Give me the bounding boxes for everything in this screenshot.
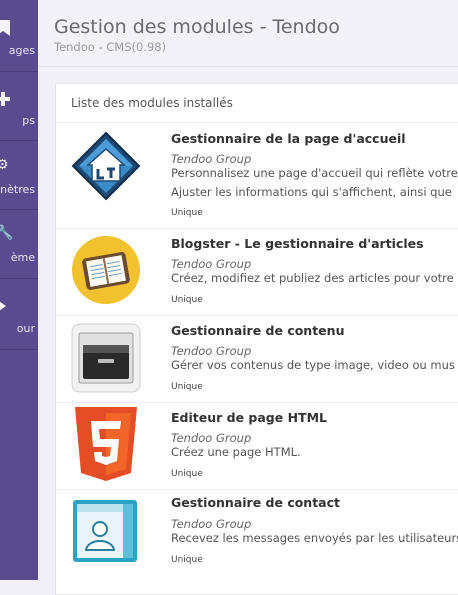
contact-icon <box>71 496 141 566</box>
apps-icon <box>0 92 12 108</box>
sidebar-item-theme[interactable]: 🔧 ème <box>0 210 38 279</box>
module-row[interactable]: Gestionnaire de contact Tendoo Group Rec… <box>56 490 458 590</box>
bookmark-icon <box>0 20 12 36</box>
module-description: Ajuster les informations qui s'affichent… <box>171 185 452 199</box>
module-description: Gérer vos contenus de type image, video … <box>171 358 455 372</box>
module-description: Recevez les messages envoyés par les uti… <box>171 531 458 545</box>
sidebar-item-apps[interactable]: ps <box>0 72 38 141</box>
sidebar-item-label: ème <box>10 251 35 264</box>
gears-icon: ⚙ <box>0 157 12 173</box>
sidebar-item-label: ps <box>22 114 35 127</box>
cabinet-icon <box>71 323 141 393</box>
module-name: Editeur de page HTML <box>171 410 327 425</box>
module-type: Unique <box>171 555 203 565</box>
module-row[interactable]: Gestionnaire de la page d'accueil Tendoo… <box>56 123 458 229</box>
sidebar-item-pages[interactable]: ages <box>0 0 38 72</box>
sidebar: ages ps ⚙ nètres 🔧 ème our <box>0 0 38 580</box>
wrench-icon: 🔧 <box>0 225 13 241</box>
sidebar-item-about[interactable]: our <box>0 279 38 350</box>
module-type: Unique <box>171 382 203 392</box>
module-row[interactable]: Editeur de page HTML Tendoo Group Créez … <box>56 403 458 490</box>
home-icon <box>71 131 141 201</box>
modules-panel: Liste des modules installés Gestionnaire… <box>55 83 458 595</box>
html5-icon <box>71 407 141 481</box>
module-description: Personnalisez une page d'accueil qui ref… <box>171 166 458 180</box>
module-row[interactable]: Blogster - Le gestionnaire d'articles Te… <box>56 229 458 316</box>
module-row[interactable]: Gestionnaire de contenu Tendoo Group Gér… <box>56 316 458 403</box>
module-name: Gestionnaire de la page d'accueil <box>171 131 406 146</box>
page-subtitle: Tendoo - CMS(0.98) <box>54 40 167 54</box>
page-title: Gestion des modules - Tendoo <box>54 16 340 38</box>
module-name: Gestionnaire de contenu <box>171 323 345 338</box>
notebook-icon <box>71 235 141 305</box>
module-type: Unique <box>171 469 203 479</box>
module-type: Unique <box>171 295 203 305</box>
module-type: Unique <box>171 208 203 218</box>
panel-title: Liste des modules installés <box>71 96 233 110</box>
page-header: Gestion des modules - Tendoo Tendoo - CM… <box>38 0 458 67</box>
sidebar-item-label: our <box>16 322 35 335</box>
panel-header: Liste des modules installés <box>56 84 458 123</box>
arrow-icon <box>0 299 12 315</box>
module-description: Créez, modifiez et publiez des articles … <box>171 271 454 285</box>
sidebar-item-label: nètres <box>0 183 35 196</box>
module-description: Créez une page HTML. <box>171 445 301 459</box>
module-name: Blogster - Le gestionnaire d'articles <box>171 236 424 251</box>
sidebar-item-settings[interactable]: ⚙ nètres <box>0 141 38 210</box>
sidebar-item-label: ages <box>8 44 35 57</box>
module-name: Gestionnaire de contact <box>171 495 341 510</box>
